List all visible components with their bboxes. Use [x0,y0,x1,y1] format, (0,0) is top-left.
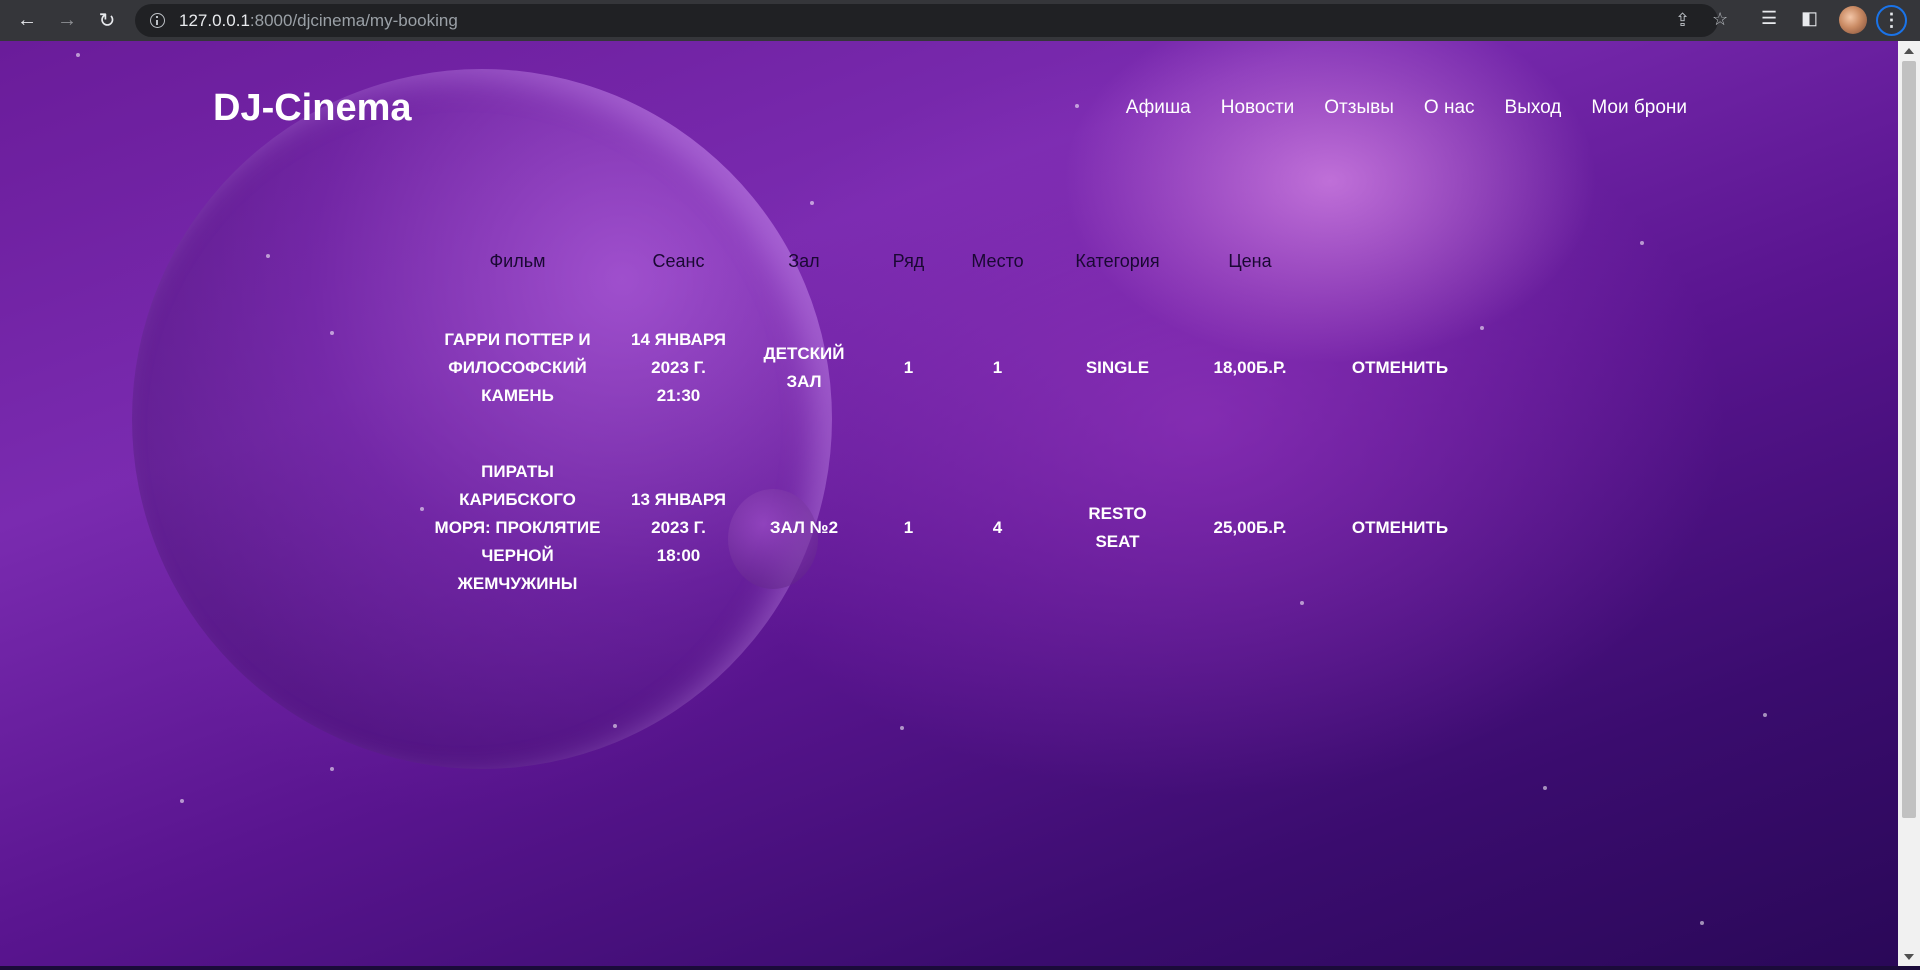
scroll-up-arrow-icon[interactable] [1904,48,1914,54]
hall-name: Детский зал [763,343,845,391]
url-path: :8000/djcinema/my-booking [249,10,458,30]
cell-category: Resto Seat [1035,439,1200,617]
cell-session: 13 января 2023 г. 18:00 [606,439,751,617]
site-logo[interactable]: DJ-Cinema [213,87,412,130]
category-name: Single [1085,357,1150,377]
share-icon[interactable]: ⇪ [1675,10,1690,31]
film-title: Пираты Карибского моря: Проклятие Черной… [434,462,601,593]
header-price: Цена [1228,250,1272,271]
cell-hall: Зал №2 [751,439,857,617]
header-session: Сеанс [652,250,705,271]
header-seat: Место [971,250,1024,271]
background-star [180,799,184,803]
profile-avatar[interactable] [1839,6,1867,34]
table-row: Гарри Поттер и философский камень 14 янв… [429,296,1500,439]
background-star [900,726,904,730]
scrollbar-thumb[interactable] [1902,61,1916,818]
film-title: Гарри Поттер и философский камень [444,329,591,405]
background-star [810,201,814,205]
url-host: 127.0.0.1 [179,10,250,30]
cancel-booking-button[interactable]: Отменить [1352,518,1448,537]
cell-seat: 1 [992,357,1003,377]
address-bar[interactable]: 127.0.0.1:8000/djcinema/my-booking ⇪ ☆ [135,4,1728,37]
cell-price: 25,00б.р. [1213,518,1287,537]
nav-link-logout[interactable]: Выход [1505,97,1562,119]
header-action [1300,226,1500,296]
cell-price: 18,00б.р. [1213,357,1287,377]
page-scrollbar[interactable] [1898,41,1920,966]
table-row: Пираты Карибского моря: Проклятие Черной… [429,439,1500,617]
background-star [1763,713,1767,717]
reload-icon[interactable]: ↻ [92,5,122,35]
browser-menu-icon[interactable]: ⋮ [1876,5,1907,36]
background-star [330,767,334,771]
cell-row: 1 [903,518,914,537]
background-star [1075,104,1079,108]
header-film: Фильм [489,250,546,271]
background-star [1543,786,1547,790]
background-star [1640,241,1644,245]
background-star [266,254,270,258]
cell-film: Гарри Поттер и философский камень [429,296,606,439]
side-panel-icon[interactable]: ◧ [1801,8,1818,29]
background-star [76,53,80,57]
header-hall: Зал [788,250,820,271]
cell-category: Single [1035,296,1200,439]
cell-session: 14 января 2023 г. 21:30 [606,296,751,439]
site-info-icon[interactable] [150,13,165,28]
header-category: Категория [1075,250,1160,271]
cell-row: 1 [903,357,914,377]
background-star [330,331,334,335]
category-name: Resto Seat [1088,504,1147,551]
session-datetime: 13 января 2023 г. 18:00 [631,490,726,565]
bookmark-star-icon[interactable]: ☆ [1712,9,1728,30]
back-icon[interactable]: ← [12,5,42,35]
cell-film: Пираты Карибского моря: Проклятие Черной… [429,439,606,617]
table-header-row: Фильм Сеанс Зал Ряд Место Категория Цена [429,226,1500,296]
background-star [1700,921,1704,925]
cell-seat: 4 [992,518,1003,537]
background-star [420,507,424,511]
cancel-booking-button[interactable]: Отменить [1352,358,1448,377]
page-content: DJ-Cinema Афиша Новости Отзывы О нас Вых… [0,41,1898,966]
session-datetime: 14 января 2023 г. 21:30 [631,329,726,405]
hall-name: Зал №2 [769,518,839,537]
scroll-down-arrow-icon[interactable] [1904,954,1914,960]
cell-action: Отменить [1300,439,1500,617]
browser-toolbar: ← → ↻ 127.0.0.1:8000/djcinema/my-booking… [0,0,1920,41]
reading-list-icon[interactable]: ☰ [1761,8,1777,29]
nav-link-news[interactable]: Новости [1221,97,1295,119]
main-nav: Афиша Новости Отзывы О нас Выход Мои бро… [1126,97,1687,119]
cell-action: Отменить [1300,296,1500,439]
background-star [613,724,617,728]
nav-link-afisha[interactable]: Афиша [1126,97,1191,119]
nav-link-reviews[interactable]: Отзывы [1324,97,1394,119]
forward-icon[interactable]: → [52,5,82,35]
header-row: Ряд [892,250,925,271]
cell-hall: Детский зал [751,296,857,439]
nav-link-about[interactable]: О нас [1424,97,1475,119]
bookings-table: Фильм Сеанс Зал Ряд Место Категория Цена… [429,226,1500,617]
nav-link-my-bookings[interactable]: Мои брони [1591,97,1687,119]
